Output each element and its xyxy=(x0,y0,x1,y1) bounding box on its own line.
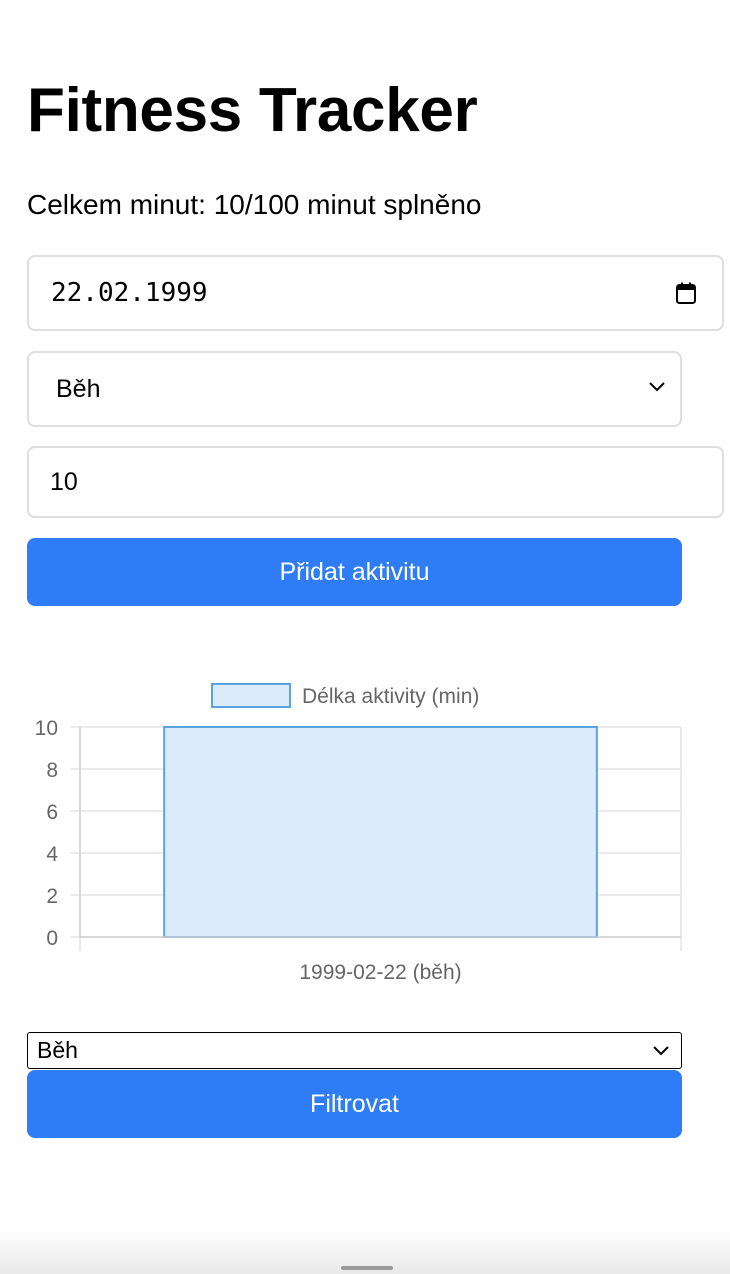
date-input[interactable]: 22.02.1999 xyxy=(27,255,724,331)
y-tick-label: 6 xyxy=(46,801,58,824)
filter-select-value: Běh xyxy=(37,1037,78,1063)
legend-swatch xyxy=(211,683,291,708)
filter-select[interactable]: Běh xyxy=(27,1032,682,1069)
duration-input[interactable]: 10 xyxy=(27,446,724,518)
activity-select-value: Běh xyxy=(56,374,101,403)
bar xyxy=(163,726,598,938)
page-title: Fitness Tracker xyxy=(27,76,478,145)
add-activity-button[interactable]: Přidat aktivitu xyxy=(27,538,682,606)
y-tick-label: 0 xyxy=(46,927,58,950)
legend-label: Délka aktivity (min) xyxy=(302,685,479,708)
minutes-summary: Celkem minut: 10/100 minut splněno xyxy=(27,189,482,220)
filter-button-label: Filtrovat xyxy=(310,1089,399,1118)
filter-button[interactable]: Filtrovat xyxy=(27,1070,682,1138)
chart-bars xyxy=(163,726,598,938)
activity-chart: 0 2 4 6 8 10 1999-02-22 (běh) Délka aktivity (… xyxy=(0,660,730,1000)
y-tick-label: 10 xyxy=(35,717,58,740)
calendar-icon[interactable] xyxy=(676,282,696,304)
activity-chart-svg: 0 2 4 6 8 10 1999-02-22 (běh) Délka aktivity (… xyxy=(35,683,682,984)
chevron-down-icon xyxy=(649,382,665,392)
y-tick-label: 4 xyxy=(46,843,58,866)
date-value: 22.02.1999 xyxy=(51,278,208,308)
duration-value: 10 xyxy=(50,467,78,496)
chevron-down-icon xyxy=(653,1046,669,1056)
add-activity-button-label: Přidat aktivitu xyxy=(279,557,430,586)
activity-select[interactable]: Běh xyxy=(27,351,682,427)
home-indicator[interactable] xyxy=(341,1266,393,1270)
y-tick-label: 8 xyxy=(46,759,58,782)
chart-legend[interactable]: Délka aktivity (min) xyxy=(211,683,479,708)
x-tick-label: 1999-02-22 (běh) xyxy=(299,961,461,984)
y-tick-label: 2 xyxy=(46,885,58,908)
page: Fitness Tracker Celkem minut: 10/100 min… xyxy=(0,0,730,1274)
